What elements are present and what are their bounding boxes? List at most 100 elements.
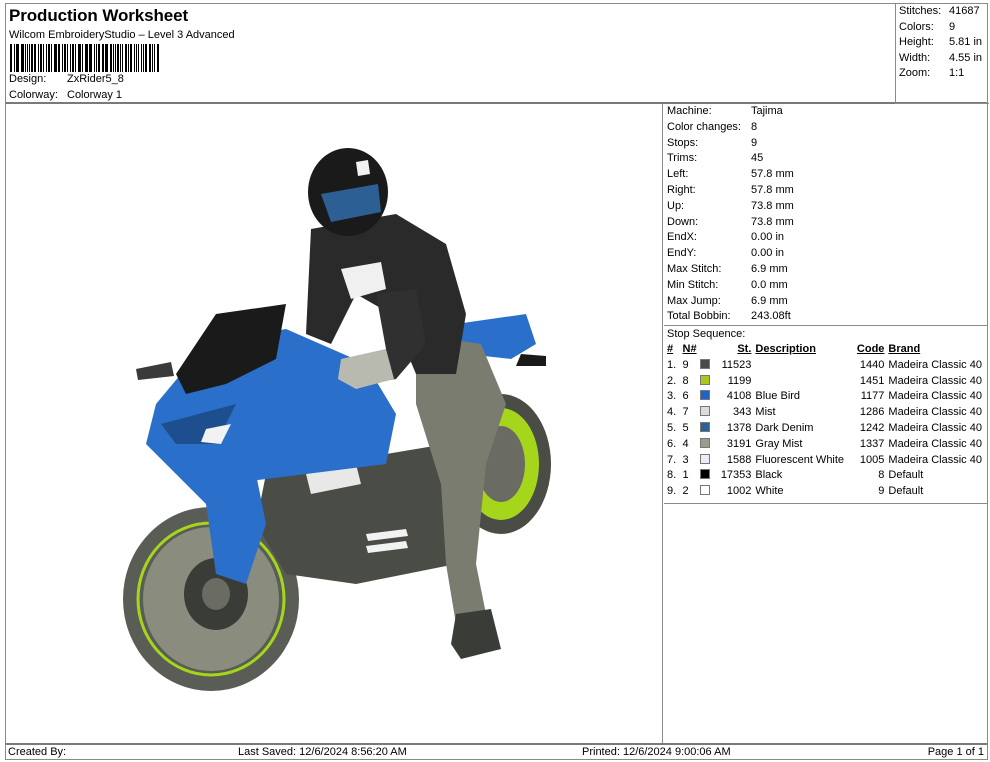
stop-index: 2. [667,374,677,387]
stat-value: 41687 [949,5,980,17]
barcode-bar [105,44,108,72]
barcode-bar [143,44,145,72]
barcode-bar [10,44,12,72]
barcode-bar [26,44,28,72]
needle-number: 4 [682,437,689,450]
info-row: Max Jump: 6.9 mm [667,294,988,310]
barcode-bar [13,44,15,72]
worksheet-body: Machine: Tajima Color changes: 8 Stops: 9 Trim… [5,104,988,743]
barcode-bar [82,44,83,72]
colorway-label: Colorway: [9,89,58,101]
thread-description: White [755,485,784,498]
barcode-bar [37,44,39,72]
stat-zoom: Zoom: 1:1 [899,66,989,82]
barcode-bar [101,44,103,72]
thread-brand: Default [888,469,924,482]
stop-row: 4. 7 343 Mist 1286 Madeira Classic 40 [667,405,988,421]
thread-code: 1451 [859,374,885,387]
info-row: Machine: Tajima [667,104,988,120]
stop-row: 2. 8 1199 1451 Madeira Classic 40 [667,374,988,390]
barcode-bar [145,44,147,72]
info-label: Left: [667,168,689,181]
stop-sequence-title: Stop Sequence: [667,328,746,340]
barcode-bar [154,44,156,72]
info-value: Tajima [751,105,783,117]
thread-color-swatch [700,358,711,369]
color-swatch [700,358,717,374]
stop-row: 3. 6 4108 Blue Bird 1177 Madeira Classic 40 [667,389,988,405]
barcode-bar [94,44,96,72]
stop-sequence-table: # N# St. Description Code Brand 1. 9 11523… [667,342,988,500]
thread-code: 1177 [860,390,885,403]
needle-number: 6 [682,390,689,403]
thread-brand: Madeira Classic 40 [888,390,982,403]
barcode-bar [157,44,159,72]
barcode-bar [90,44,93,72]
info-row: EndY: 0.00 in [667,246,988,262]
worksheet-footer: Created By: Last Saved: 12/6/2024 8:56:2… [5,743,988,760]
thread-code: 8 [878,469,885,482]
stitch-count: 11523 [721,358,752,371]
thread-color-swatch [700,390,711,401]
info-row: Left: 57.8 mm [667,167,988,183]
col-brand: Brand [888,343,921,355]
barcode-bar [148,44,152,72]
barcode-bar [70,44,71,72]
barcode-bar [71,44,74,72]
colorway-row: Colorway: Colorway 1 [9,89,122,101]
thread-description [755,374,854,390]
barcode-bar [128,44,130,72]
stat-label: Height: [899,36,934,49]
info-label: Up: [667,199,685,212]
thread-description: Black [755,469,783,482]
stitch-count: 1199 [727,374,752,387]
info-label: Total Bobbin: [667,310,731,323]
design-label: Design: [9,73,47,85]
needle-number: 7 [682,406,689,419]
info-row: Color changes: 8 [667,120,988,136]
info-row: EndX: 0.00 in [667,230,988,246]
info-label: Color changes: [667,120,741,133]
info-value: 8 [751,120,758,133]
barcode-bar [24,44,26,72]
info-row: Down: 73.8 mm [667,215,988,231]
stat-value: 1:1 [949,67,965,80]
thread-code: 1440 [859,358,885,371]
barcode-bar [55,44,58,72]
design-info-panel: Machine: Tajima Color changes: 8 Stops: 9 Trim… [664,104,988,743]
thread-color-swatch [700,485,711,496]
stat-colors: Colors: 9 [899,20,989,36]
barcode-bar [50,44,52,72]
color-swatch [700,437,717,453]
helmet [308,148,388,236]
rear-footpeg [516,354,546,366]
info-label: Max Jump: [667,294,721,307]
info-label: Machine: [667,105,712,117]
thread-description: Fluorescent White [755,453,845,466]
info-row: Min Stitch: 0.0 mm [667,278,988,294]
stop-index: 8. [667,469,677,482]
stop-row: 8. 1 17353 Black 8 Default [667,468,988,484]
info-value: 6.9 mm [751,262,788,275]
barcode-bar [130,44,132,72]
info-row: Right: 57.8 mm [667,183,988,199]
color-swatch [700,453,717,469]
barcode-bar [53,44,55,72]
stop-index: 5. [667,421,677,434]
thread-color-swatch [700,406,711,417]
stop-index: 9. [667,485,677,498]
thread-brand: Madeira Classic 40 [888,437,982,450]
rider-boot [451,609,501,659]
needle-number: 5 [682,421,689,434]
thread-brand: Madeira Classic 40 [888,406,982,419]
last-saved: Last Saved: 12/6/2024 8:56:20 AM [238,746,407,758]
info-label: Max Stitch: [667,262,722,275]
barcode-bar [67,44,69,72]
barcode-bar [77,44,79,72]
col-code: Code [856,343,885,355]
barcode-bar [58,44,60,72]
thread-brand: Madeira Classic 40 [888,421,982,434]
info-row: Trims: 45 [667,151,988,167]
thread-brand: Default [888,485,924,498]
barcode-bar [133,44,135,72]
